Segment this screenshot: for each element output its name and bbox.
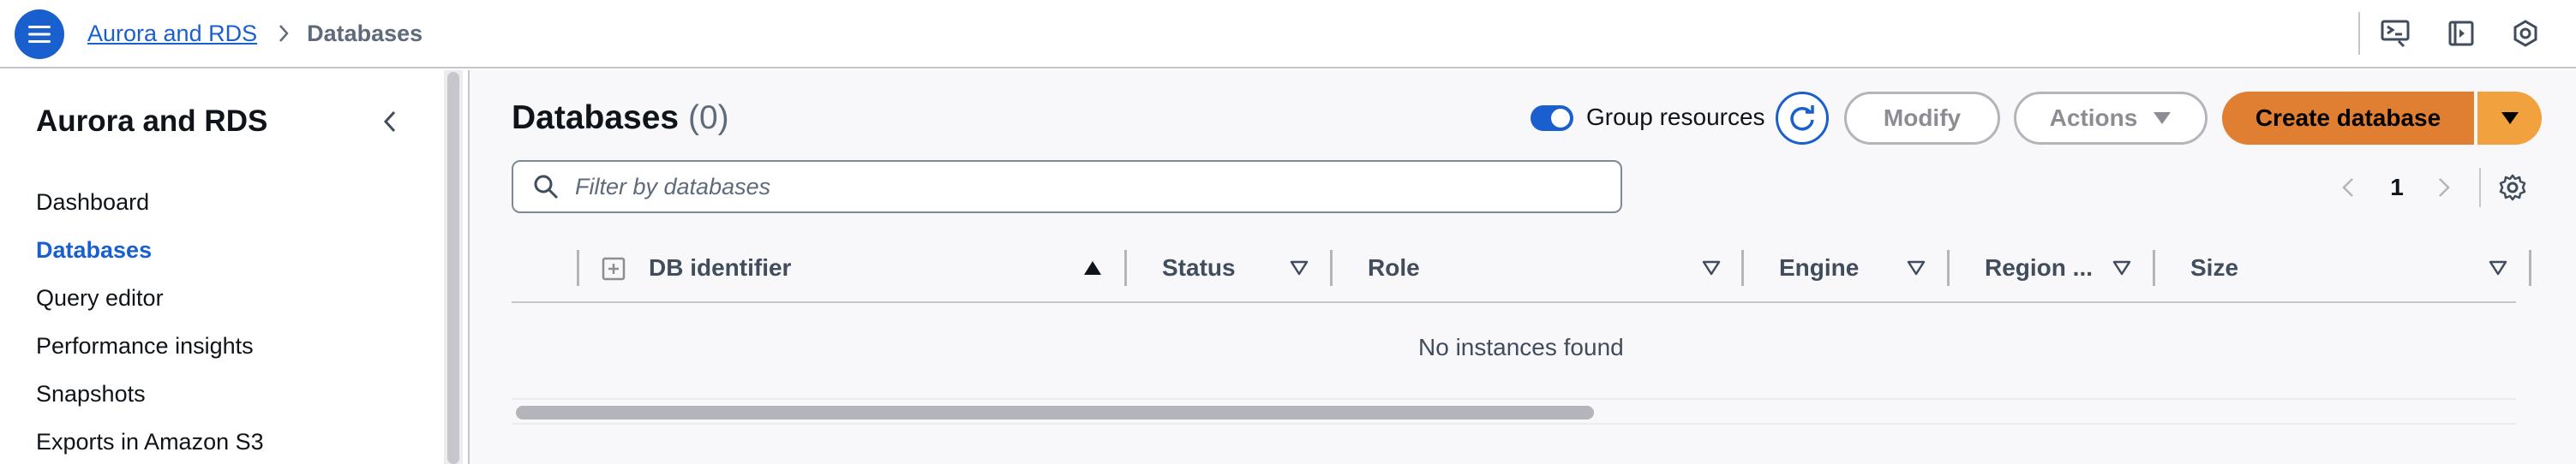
column-separator[interactable]: [1330, 250, 1333, 286]
filter-databases-input[interactable]: [512, 160, 1622, 213]
notifications-panel-icon: [2448, 21, 2474, 46]
column-separator[interactable]: [1124, 250, 1127, 286]
column-header-db-identifier[interactable]: DB identifier: [649, 253, 791, 283]
column-header-region[interactable]: Region ...: [1985, 253, 2093, 283]
chevron-right-icon: [2439, 178, 2450, 197]
sort-icon[interactable]: [1289, 259, 1309, 277]
sidebar-item-query-editor[interactable]: Query editor: [36, 274, 264, 322]
sort-icon[interactable]: [1701, 259, 1722, 277]
filter-text-field[interactable]: [575, 162, 1620, 211]
page-number[interactable]: 1: [2384, 172, 2410, 203]
column-separator[interactable]: [2529, 250, 2531, 286]
caret-down-icon: [2501, 112, 2519, 124]
table-header-divider: [512, 301, 2516, 303]
next-page-button[interactable]: [2429, 172, 2459, 203]
create-database-dropdown-button[interactable]: [2477, 92, 2542, 145]
settings-hexagon-button[interactable]: [2508, 16, 2543, 51]
chevron-left-icon: [383, 110, 396, 133]
sort-icon[interactable]: [2488, 259, 2508, 277]
sidebar-item-snapshots[interactable]: Snapshots: [36, 370, 264, 418]
chevron-right-icon: [278, 24, 290, 43]
gear-icon: [2499, 174, 2526, 201]
group-resources-label: Group resources: [1586, 104, 1765, 130]
modify-button-label: Modify: [1883, 104, 1962, 131]
sidebar-item-performance-insights[interactable]: Performance insights: [36, 322, 264, 370]
notifications-panel-button[interactable]: [2444, 16, 2478, 51]
top-bar-divider: [2358, 12, 2360, 55]
column-header-engine[interactable]: Engine: [1779, 253, 1859, 283]
sort-ascending-icon[interactable]: [1082, 259, 1103, 277]
horizontal-scrollbar-thumb[interactable]: [516, 406, 1594, 419]
page-title: Databases (0): [512, 99, 729, 137]
breadcrumb-link-aurora-rds[interactable]: Aurora and RDS: [87, 21, 257, 47]
settings-hexagon-icon: [2513, 20, 2537, 47]
breadcrumb: Aurora and RDS Databases: [87, 21, 422, 46]
toggle-knob: [1551, 109, 1570, 128]
expand-all-button[interactable]: [601, 256, 626, 282]
sidebar-scrollbar-thumb[interactable]: [447, 72, 459, 464]
modify-button[interactable]: Modify: [1844, 92, 2000, 145]
refresh-icon: [1790, 105, 1814, 131]
column-separator[interactable]: [2153, 250, 2155, 286]
table-preferences-button[interactable]: [2495, 170, 2530, 205]
top-navigation-bar: Aurora and RDS Databases: [0, 0, 2576, 68]
create-database-label: Create database: [2255, 104, 2441, 131]
menu-icon: [28, 26, 51, 43]
plus-square-icon: [602, 257, 626, 281]
column-separator[interactable]: [1741, 250, 1744, 286]
create-database-button[interactable]: Create database: [2222, 92, 2474, 145]
sort-icon[interactable]: [1906, 259, 1926, 277]
sidebar-collapse-button[interactable]: [377, 104, 403, 139]
actions-button-label: Actions: [2049, 104, 2138, 131]
column-header-size[interactable]: Size: [2190, 253, 2238, 283]
sidebar-item-databases[interactable]: Databases: [36, 226, 264, 274]
cloudshell-button[interactable]: [2378, 16, 2412, 51]
empty-state-message: No instances found: [1418, 334, 1624, 360]
cloudshell-icon: [2381, 20, 2410, 48]
sidebar-title: Aurora and RDS: [36, 104, 268, 138]
menu-button[interactable]: [15, 9, 64, 59]
table-body-divider: [512, 398, 2516, 400]
page-title-text: Databases: [512, 99, 680, 136]
breadcrumb-current: Databases: [307, 20, 423, 46]
column-separator[interactable]: [577, 250, 579, 286]
resource-count: (0): [687, 99, 729, 136]
refresh-button[interactable]: [1776, 92, 1829, 145]
column-separator[interactable]: [1947, 250, 1950, 286]
column-header-status[interactable]: Status: [1162, 253, 1236, 283]
sidebar-nav: Dashboard Databases Query editor Perform…: [36, 178, 264, 464]
group-resources-toggle[interactable]: [1531, 105, 1573, 131]
chevron-left-icon: [2342, 178, 2353, 197]
previous-page-button[interactable]: [2333, 172, 2363, 203]
pagination-divider: [2479, 168, 2481, 207]
actions-button[interactable]: Actions: [2014, 92, 2208, 145]
caret-down-icon: [2154, 112, 2172, 124]
sidebar-item-exports-s3[interactable]: Exports in Amazon S3: [36, 418, 264, 464]
column-header-role[interactable]: Role: [1368, 253, 1420, 283]
sidebar: Aurora and RDS Dashboard Databases Query…: [0, 70, 440, 464]
table-bottom-divider: [512, 423, 2516, 425]
sidebar-item-dashboard[interactable]: Dashboard: [36, 178, 264, 226]
search-icon: [530, 171, 561, 202]
sort-icon[interactable]: [2112, 259, 2132, 277]
